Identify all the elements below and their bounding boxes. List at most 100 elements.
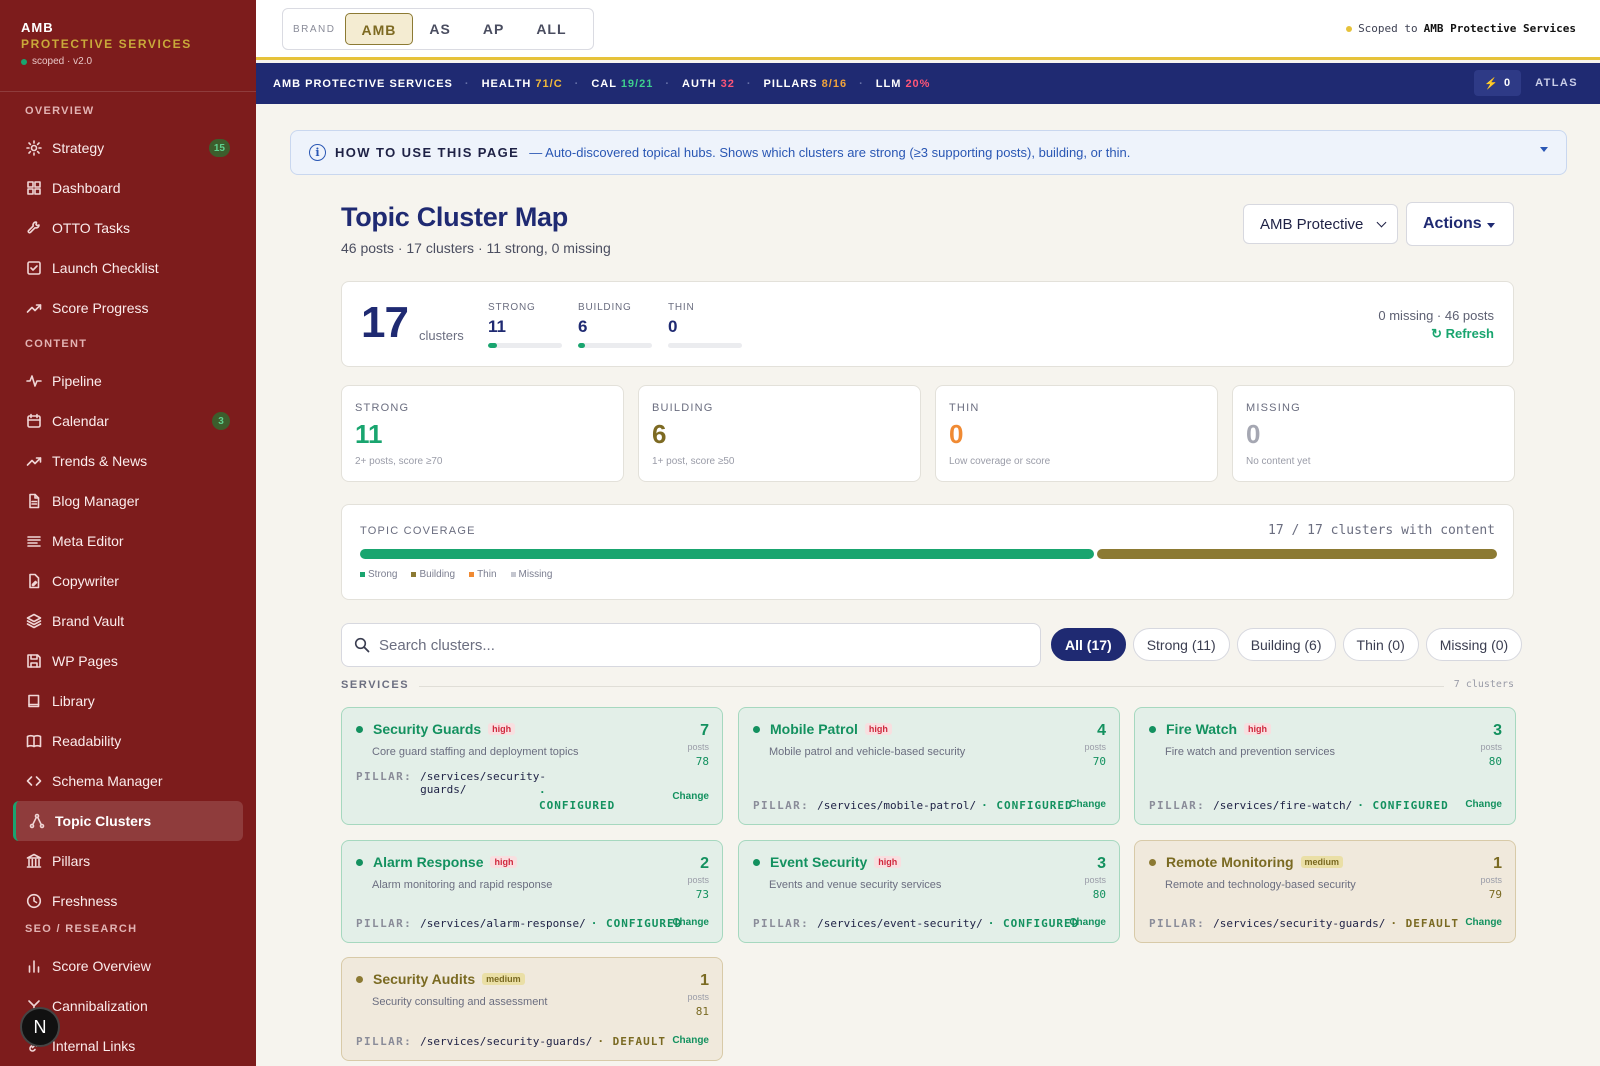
pillar-key: PILLAR:: [1149, 917, 1206, 930]
priority-badge: high: [488, 723, 516, 735]
cluster-card[interactable]: Fire Watch high Fire watch and prevention …: [1134, 707, 1516, 825]
cluster-description: Events and venue security services: [769, 879, 942, 891]
change-pillar-button[interactable]: Change: [1465, 917, 1502, 928]
stat-label: BUILDING: [652, 402, 714, 414]
cluster-card[interactable]: Security Guards high Core guard staffing a…: [341, 707, 723, 825]
sidebar-item-score-progress[interactable]: Score Progress: [0, 288, 256, 328]
sidebar-item-calendar[interactable]: Calendar 3: [0, 401, 256, 441]
mini-value: 0: [668, 317, 678, 336]
layers-icon: [25, 612, 43, 630]
cluster-title[interactable]: Event Security: [770, 854, 867, 870]
cluster-score: 78: [695, 755, 709, 768]
cluster-card[interactable]: Security Audits medium Security consulting…: [341, 957, 723, 1061]
status-value: 32: [720, 77, 735, 90]
cluster-score: 73: [695, 888, 709, 901]
cluster-title[interactable]: Alarm Response: [373, 854, 483, 870]
brand-option-as[interactable]: AS: [413, 13, 466, 45]
legend-swatch: [411, 572, 417, 577]
status-auth[interactable]: AUTH 32: [682, 78, 735, 90]
cluster-score: 70: [1092, 755, 1106, 768]
cluster-title[interactable]: Security Audits: [373, 971, 475, 987]
status-separator: ·: [464, 77, 470, 90]
filter-pill-missing[interactable]: Missing (0): [1425, 628, 1523, 661]
sidebar-item-blog-manager[interactable]: Blog Manager: [0, 481, 256, 521]
sidebar-item-schema-manager[interactable]: Schema Manager: [0, 761, 256, 801]
status-label: CAL: [591, 77, 621, 90]
change-pillar-button[interactable]: Change: [672, 791, 709, 802]
cluster-card[interactable]: Event Security high Events and venue secur…: [738, 840, 1120, 943]
actions-button[interactable]: Actions: [1406, 202, 1514, 246]
cluster-card[interactable]: Alarm Response high Alarm monitoring and r…: [341, 840, 723, 943]
cluster-title[interactable]: Security Guards: [373, 721, 481, 737]
filter-pill-thin[interactable]: Thin (0): [1342, 628, 1419, 661]
brand-subname: PROTECTIVE SERVICES: [21, 37, 192, 51]
cluster-title[interactable]: Mobile Patrol: [770, 721, 858, 737]
sidebar-item-label: Schema Manager: [52, 773, 163, 789]
sidebar-item-copywriter[interactable]: Copywriter: [0, 561, 256, 601]
brand-option-all[interactable]: ALL: [520, 13, 582, 45]
cluster-status-dot-icon: [356, 858, 363, 866]
cluster-card[interactable]: Remote Monitoring medium Remote and techno…: [1134, 840, 1516, 943]
change-pillar-button[interactable]: Change: [672, 917, 709, 928]
sidebar-section-title: SEO / RESEARCH: [25, 923, 138, 935]
change-pillar-button[interactable]: Change: [1465, 799, 1502, 810]
filter-pill-strong[interactable]: Strong (11): [1132, 628, 1230, 661]
search-input[interactable]: [379, 636, 1019, 654]
sidebar-item-wp-pages[interactable]: WP Pages: [0, 641, 256, 681]
sidebar-item-freshness[interactable]: Freshness: [0, 881, 256, 921]
sidebar: AMB PROTECTIVE SERVICES scoped · v2.0 OV…: [0, 0, 256, 1066]
atlas-link[interactable]: ATLAS: [1535, 77, 1578, 89]
filter-pill-all[interactable]: All (17): [1051, 628, 1126, 661]
filter-pill-building[interactable]: Building (6): [1236, 628, 1336, 661]
sidebar-item-trends-news[interactable]: Trends & News: [0, 441, 256, 481]
cluster-card[interactable]: Mobile Patrol high Mobile patrol and vehic…: [738, 707, 1120, 825]
status-cal[interactable]: CAL 19/21: [591, 78, 653, 90]
sidebar-item-readability[interactable]: Readability: [0, 721, 256, 761]
cluster-post-count: 3: [1097, 855, 1106, 872]
sidebar-item-dashboard[interactable]: Dashboard: [0, 168, 256, 208]
cluster-pillar: PILLAR: /services/fire-watch/ · CONFIGURED: [1149, 799, 1449, 812]
bolt-counter[interactable]: ⚡ 0: [1474, 70, 1522, 96]
cluster-pillar: PILLAR: /services/security-guards/· CONFI…: [356, 770, 614, 812]
status-llm[interactable]: LLM 20%: [876, 78, 931, 90]
sidebar-item-meta-editor[interactable]: Meta Editor: [0, 521, 256, 561]
legend-swatch: [360, 572, 365, 577]
status-pillars[interactable]: PILLARS 8/16: [764, 78, 848, 90]
chevron-down-icon[interactable]: [1540, 147, 1548, 152]
cluster-post-count: 3: [1493, 722, 1502, 739]
cluster-title[interactable]: Fire Watch: [1166, 721, 1237, 737]
sidebar-item-launch-checklist[interactable]: Launch Checklist: [0, 248, 256, 288]
sidebar-brand[interactable]: AMB PROTECTIVE SERVICES scoped · v2.0: [0, 0, 256, 92]
avatar[interactable]: N: [20, 1007, 60, 1047]
cluster-title[interactable]: Remote Monitoring: [1166, 854, 1294, 870]
legend-label: Thin: [477, 569, 497, 580]
sidebar-item-score-overview[interactable]: Score Overview: [0, 946, 256, 986]
pillar-path: /services/security-guards/: [420, 770, 547, 796]
sidebar-item-pipeline[interactable]: Pipeline: [0, 361, 256, 401]
calendar-icon: [25, 412, 43, 430]
refresh-button[interactable]: ↻ Refresh: [1378, 326, 1494, 342]
mini-progress: [488, 343, 562, 348]
lines-icon: [25, 532, 43, 550]
sidebar-item-topic-clusters[interactable]: Topic Clusters: [13, 801, 243, 841]
pillar-status: · DEFAULT: [597, 1035, 666, 1048]
sidebar-item-otto-tasks[interactable]: OTTO Tasks: [0, 208, 256, 248]
search-box[interactable]: [341, 623, 1041, 667]
sidebar-item-pillars[interactable]: Pillars: [0, 841, 256, 881]
change-pillar-button[interactable]: Change: [1069, 917, 1106, 928]
stat-card-building: BUILDING 6 1+ post, score ≥50: [638, 385, 921, 482]
change-pillar-button[interactable]: Change: [672, 1035, 709, 1046]
cluster-description: Mobile patrol and vehicle-based security: [769, 746, 966, 758]
sidebar-item-brand-vault[interactable]: Brand Vault: [0, 601, 256, 641]
sidebar-item-library[interactable]: Library: [0, 681, 256, 721]
brand-option-ap[interactable]: AP: [467, 13, 520, 45]
help-banner[interactable]: i HOW TO USE THIS PAGE — Auto-discovered…: [290, 130, 1567, 175]
coverage-legend: Strong Building Thin Missing: [360, 569, 552, 580]
brand-select[interactable]: AMB Protective: [1243, 204, 1398, 244]
cluster-stats: 3 posts 80: [1480, 722, 1502, 768]
sidebar-section-title: OVERVIEW: [25, 105, 95, 117]
sidebar-item-strategy[interactable]: Strategy 15: [0, 128, 256, 168]
change-pillar-button[interactable]: Change: [1069, 799, 1106, 810]
brand-option-amb[interactable]: AMB: [344, 13, 414, 45]
status-health[interactable]: HEALTH 71/C: [482, 78, 563, 90]
